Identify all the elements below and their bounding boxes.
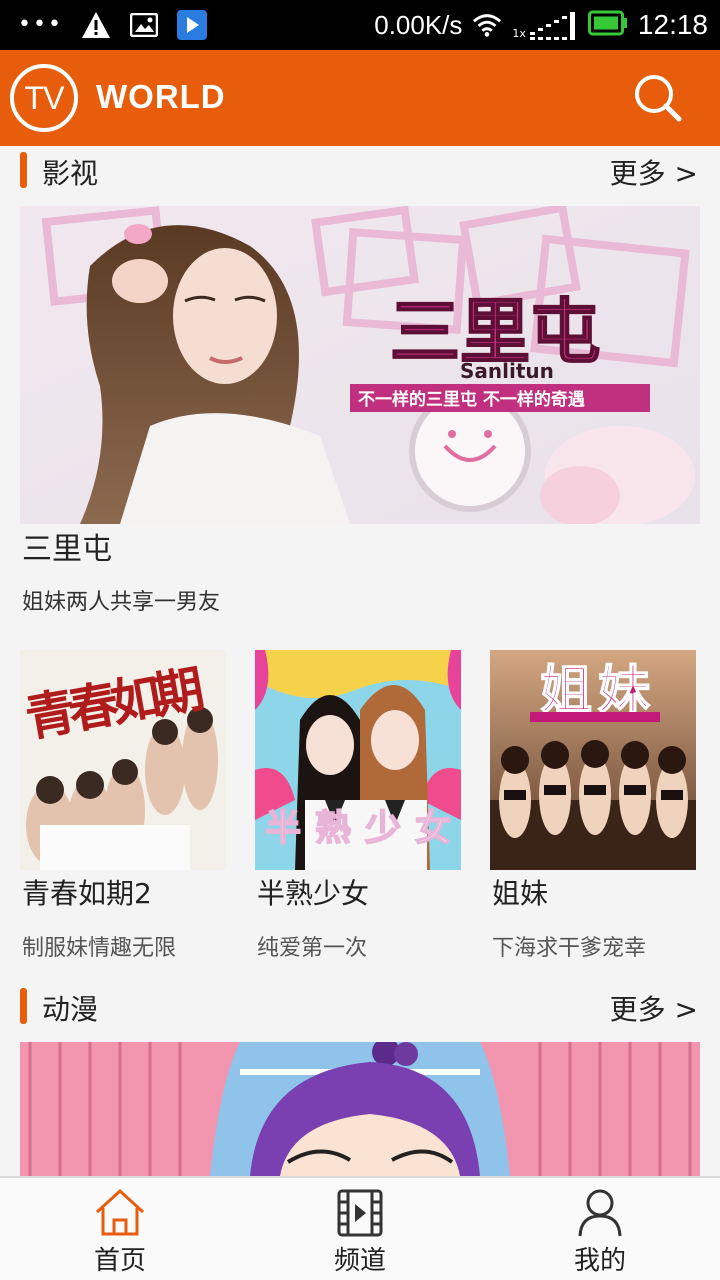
net-speed: 0.00K/s (374, 9, 463, 40)
nav-label: 频道 (333, 1246, 386, 1276)
feature-title[interactable]: 三里屯 (22, 524, 112, 568)
section-header-film: 影视 更多 > (0, 146, 720, 196)
user-icon (573, 1188, 627, 1238)
card-title: 半熟少女 (257, 877, 370, 910)
card-subtitle: 下海求干爹宠幸 (492, 936, 647, 961)
app-title: WORLD (96, 78, 226, 115)
more-link-anime[interactable]: 更多 > (610, 988, 698, 1028)
nav-channels[interactable]: 频道 (240, 1178, 480, 1280)
card-subtitle: 制服妹情趣无限 (22, 936, 177, 961)
anime-poster-image (20, 1042, 700, 1176)
status-bar: ••• 0.00K/s 1x 12:18 (0, 0, 720, 50)
tv-logo: TV (10, 64, 78, 132)
clock: 12:18 (637, 9, 708, 40)
poster-image: 半熟少女 (255, 650, 461, 870)
battery-icon (587, 10, 628, 40)
nav-profile[interactable]: 我的 (480, 1178, 720, 1280)
poster-image: 青春如期 (20, 650, 226, 870)
main-content[interactable]: 影视 更多 > 三里屯 Sanlitun 不一样的三里屯 不一样的奇遇 三里屯 … (0, 146, 720, 1176)
feature-subtitle: 姐妹两人共享一男友 (22, 590, 221, 615)
video-card[interactable]: 青春如期 青春如期2 制服妹情趣无限 (20, 650, 226, 961)
poster-logo-en: Sanlitun (460, 359, 554, 383)
card-title: 青春如期2 (22, 877, 152, 910)
section-accent-bar (20, 988, 27, 1024)
section-header-anime: 动漫 更多 > (0, 982, 720, 1032)
signal-icon: 1x (512, 10, 578, 40)
nav-home[interactable]: 首页 (0, 1178, 240, 1280)
feature-banner[interactable]: 三里屯 Sanlitun 不一样的三里屯 不一样的奇遇 (20, 206, 700, 524)
video-card[interactable]: 半熟少女 半熟少女 纯爱第一次 (255, 650, 461, 961)
section-accent-bar (20, 152, 27, 188)
warning-icon (81, 10, 111, 40)
section-title-film: 影视 (42, 157, 99, 190)
search-icon[interactable] (632, 72, 684, 124)
bottom-nav: 首页 频道 我的 (0, 1176, 720, 1280)
play-store-icon (176, 10, 207, 40)
app-header: TV WORLD (0, 50, 720, 146)
nav-label: 我的 (573, 1246, 626, 1276)
wifi-icon (472, 10, 502, 40)
card-subtitle: 纯爱第一次 (257, 936, 368, 961)
video-card[interactable]: 姐妹 姐妹 下海求干爹宠幸 (490, 650, 696, 961)
image-icon (129, 10, 159, 40)
more-dots-icon: ••• (18, 12, 63, 37)
card-title: 姐妹 (492, 877, 549, 910)
more-link-film[interactable]: 更多 > (610, 152, 698, 192)
poster-image: 姐妹 (490, 650, 696, 870)
anime-banner[interactable] (20, 1042, 700, 1176)
poster-tagline: 不一样的三里屯 不一样的奇遇 (358, 389, 585, 410)
film-icon (333, 1188, 387, 1238)
nav-label: 首页 (93, 1246, 146, 1276)
home-icon (93, 1188, 147, 1238)
feature-poster-image: 三里屯 Sanlitun 不一样的三里屯 不一样的奇遇 (20, 206, 700, 524)
section-title-anime: 动漫 (42, 993, 99, 1026)
